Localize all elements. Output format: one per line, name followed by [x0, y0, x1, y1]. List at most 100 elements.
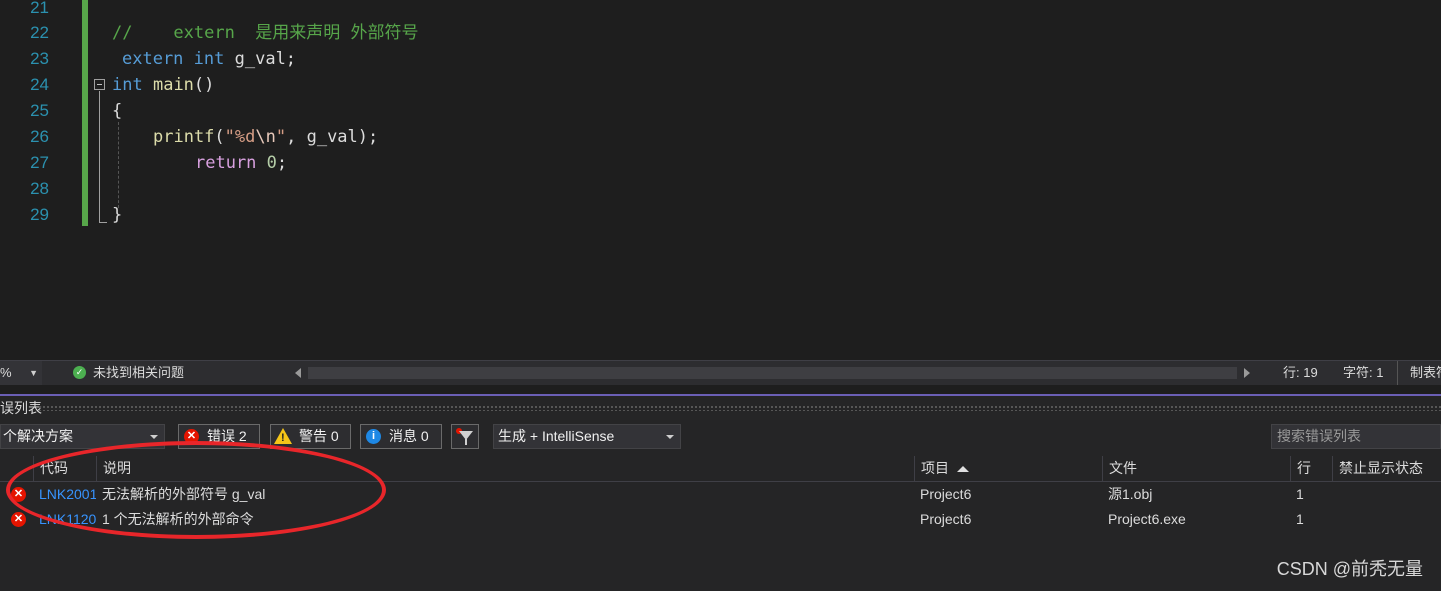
scroll-left-icon[interactable]	[295, 368, 301, 378]
panel-title: 误列表	[0, 400, 42, 416]
error-code-link[interactable]: LNK2001	[39, 482, 96, 507]
editor-status-bar: % ▼ ✓ 未找到相关问题 行: 19 字符: 1 制表符	[0, 360, 1441, 385]
code-text: return 0;	[195, 150, 287, 176]
error-icon: ✕	[184, 429, 199, 444]
chevron-down-icon: ▼	[29, 368, 38, 378]
keyword: extern	[122, 49, 184, 69]
column-header-line[interactable]: 行	[1290, 456, 1332, 481]
table-row[interactable]: ✕ LNK1120 1 个无法解析的外部命令 Project6 Project6…	[0, 507, 1441, 532]
info-icon: i	[366, 429, 381, 444]
string-literal: "%d	[224, 127, 256, 147]
function-name: printf	[153, 127, 215, 147]
scope-dropdown[interactable]: 个解决方案	[0, 424, 165, 449]
code-line: 24 int main()	[0, 72, 1441, 98]
line-number: 27	[30, 153, 49, 172]
sort-ascending-icon	[957, 466, 969, 473]
error-project: Project6	[920, 486, 972, 502]
line-number: 29	[30, 205, 49, 224]
line-number: 28	[30, 179, 49, 198]
keyword: int	[193, 49, 225, 69]
horizontal-scrollbar[interactable]	[290, 365, 1255, 381]
function-name: main	[152, 75, 194, 95]
line-number: 23	[30, 49, 49, 68]
error-description: 1 个无法解析的外部命令	[102, 511, 254, 527]
code-rest: }	[112, 205, 123, 225]
errors-label: 错误 2	[207, 428, 247, 444]
messages-filter-button[interactable]: i 消息 0	[360, 424, 442, 449]
search-input[interactable]: 搜索错误列表	[1271, 424, 1441, 449]
column-header-project[interactable]: 项目	[914, 456, 1102, 481]
code-text: extern int g_val;	[122, 46, 296, 72]
cursor-line[interactable]: 行: 19	[1283, 361, 1318, 385]
error-line: 1	[1296, 486, 1304, 502]
column-header-suppression[interactable]: 禁止显示状态	[1332, 456, 1441, 481]
error-list-toolbar: 个解决方案 ✕ 错误 2 警告 0 i 消息 0 生成 + IntelliSen…	[0, 424, 1441, 452]
code-text: printf("%d\n", g_val);	[153, 124, 378, 150]
scope-value: 个解决方案	[3, 428, 73, 444]
code-line: 22 // extern 是用来声明 外部符号	[0, 20, 1441, 46]
filter-icon-stem	[465, 439, 467, 445]
indent-mode[interactable]: 制表符	[1397, 361, 1441, 385]
warning-icon	[274, 428, 292, 446]
string-literal-end: "	[275, 127, 287, 147]
line-number: 25	[30, 101, 49, 120]
error-line: 1	[1296, 511, 1304, 527]
column-header-description[interactable]: 说明	[96, 456, 914, 481]
zoom-value: %	[0, 365, 12, 380]
panel-grip[interactable]	[38, 405, 1441, 411]
keyword: int	[112, 75, 143, 95]
keyword: return	[195, 153, 257, 173]
code-text: int main()	[112, 72, 214, 98]
number-literal: 0	[266, 153, 277, 173]
code-rest: ()	[193, 75, 215, 95]
error-project: Project6	[920, 511, 972, 527]
build-filter-value: 生成 + IntelliSense	[498, 428, 615, 444]
code-line: 29 }	[0, 202, 1441, 228]
error-code-link[interactable]: LNK1120	[39, 507, 100, 532]
build-filter-dropdown[interactable]: 生成 + IntelliSense	[493, 424, 681, 449]
check-icon[interactable]: ✓	[73, 366, 86, 379]
column-header-file[interactable]: 文件	[1102, 456, 1290, 481]
zoom-dropdown[interactable]: % ▼	[0, 361, 42, 385]
scroll-right-icon[interactable]	[1244, 368, 1250, 378]
scroll-track[interactable]	[308, 367, 1237, 379]
code-line: 21	[0, 0, 1441, 21]
table-row[interactable]: ✕ LNK2001 无法解析的外部符号 g_val Project6 源1.ob…	[0, 482, 1441, 507]
code-editor[interactable]: 21 22 // extern 是用来声明 外部符号 23 extern int…	[0, 0, 1441, 360]
code-line: 23 extern int g_val;	[0, 46, 1441, 72]
chevron-down-icon	[666, 435, 674, 439]
code-comment: // extern 是用来声明 外部符号	[112, 23, 419, 43]
code-line: 25 {	[0, 98, 1441, 124]
line-number: 22	[30, 23, 49, 42]
escape-sequence: \n	[255, 127, 276, 147]
error-icon: ✕	[11, 487, 26, 502]
error-list-panel: 误列表 个解决方案 ✕ 错误 2 警告 0 i 消息 0 生成 + Intell…	[0, 394, 1441, 591]
error-file: 源1.obj	[1108, 486, 1153, 502]
code-paren: (	[214, 127, 225, 147]
line-number: 24	[30, 75, 49, 94]
filter-button[interactable]	[451, 424, 479, 449]
column-header-icon[interactable]	[0, 456, 33, 481]
error-file: Project6.exe	[1108, 511, 1186, 527]
column-header-code[interactable]: 代码	[33, 456, 96, 481]
issues-status[interactable]: 未找到相关问题	[93, 361, 184, 385]
watermark: CSDN @前秃无量	[1276, 559, 1423, 579]
line-number: 26	[30, 127, 49, 146]
code-rest: {	[112, 101, 123, 121]
error-description: 无法解析的外部符号 g_val	[102, 486, 266, 502]
code-line: 26 printf("%d\n", g_val);	[0, 124, 1441, 150]
errors-filter-button[interactable]: ✕ 错误 2	[178, 424, 260, 449]
line-number: 21	[30, 0, 49, 17]
code-line: 28	[0, 176, 1441, 202]
code-line: 27 return 0;	[0, 150, 1441, 176]
chevron-down-icon	[150, 435, 158, 439]
warnings-label: 警告 0	[299, 428, 339, 444]
cursor-column[interactable]: 字符: 1	[1343, 361, 1383, 385]
messages-label: 消息 0	[389, 428, 429, 444]
code-rest: ;	[276, 153, 288, 173]
code-rest: , g_val);	[286, 127, 379, 147]
table-header: 代码 说明 项目 文件 行 禁止显示状态	[0, 456, 1441, 482]
project-header-label: 项目	[921, 460, 949, 476]
warnings-filter-button[interactable]: 警告 0	[270, 424, 351, 449]
code-rest: g_val;	[224, 49, 297, 69]
